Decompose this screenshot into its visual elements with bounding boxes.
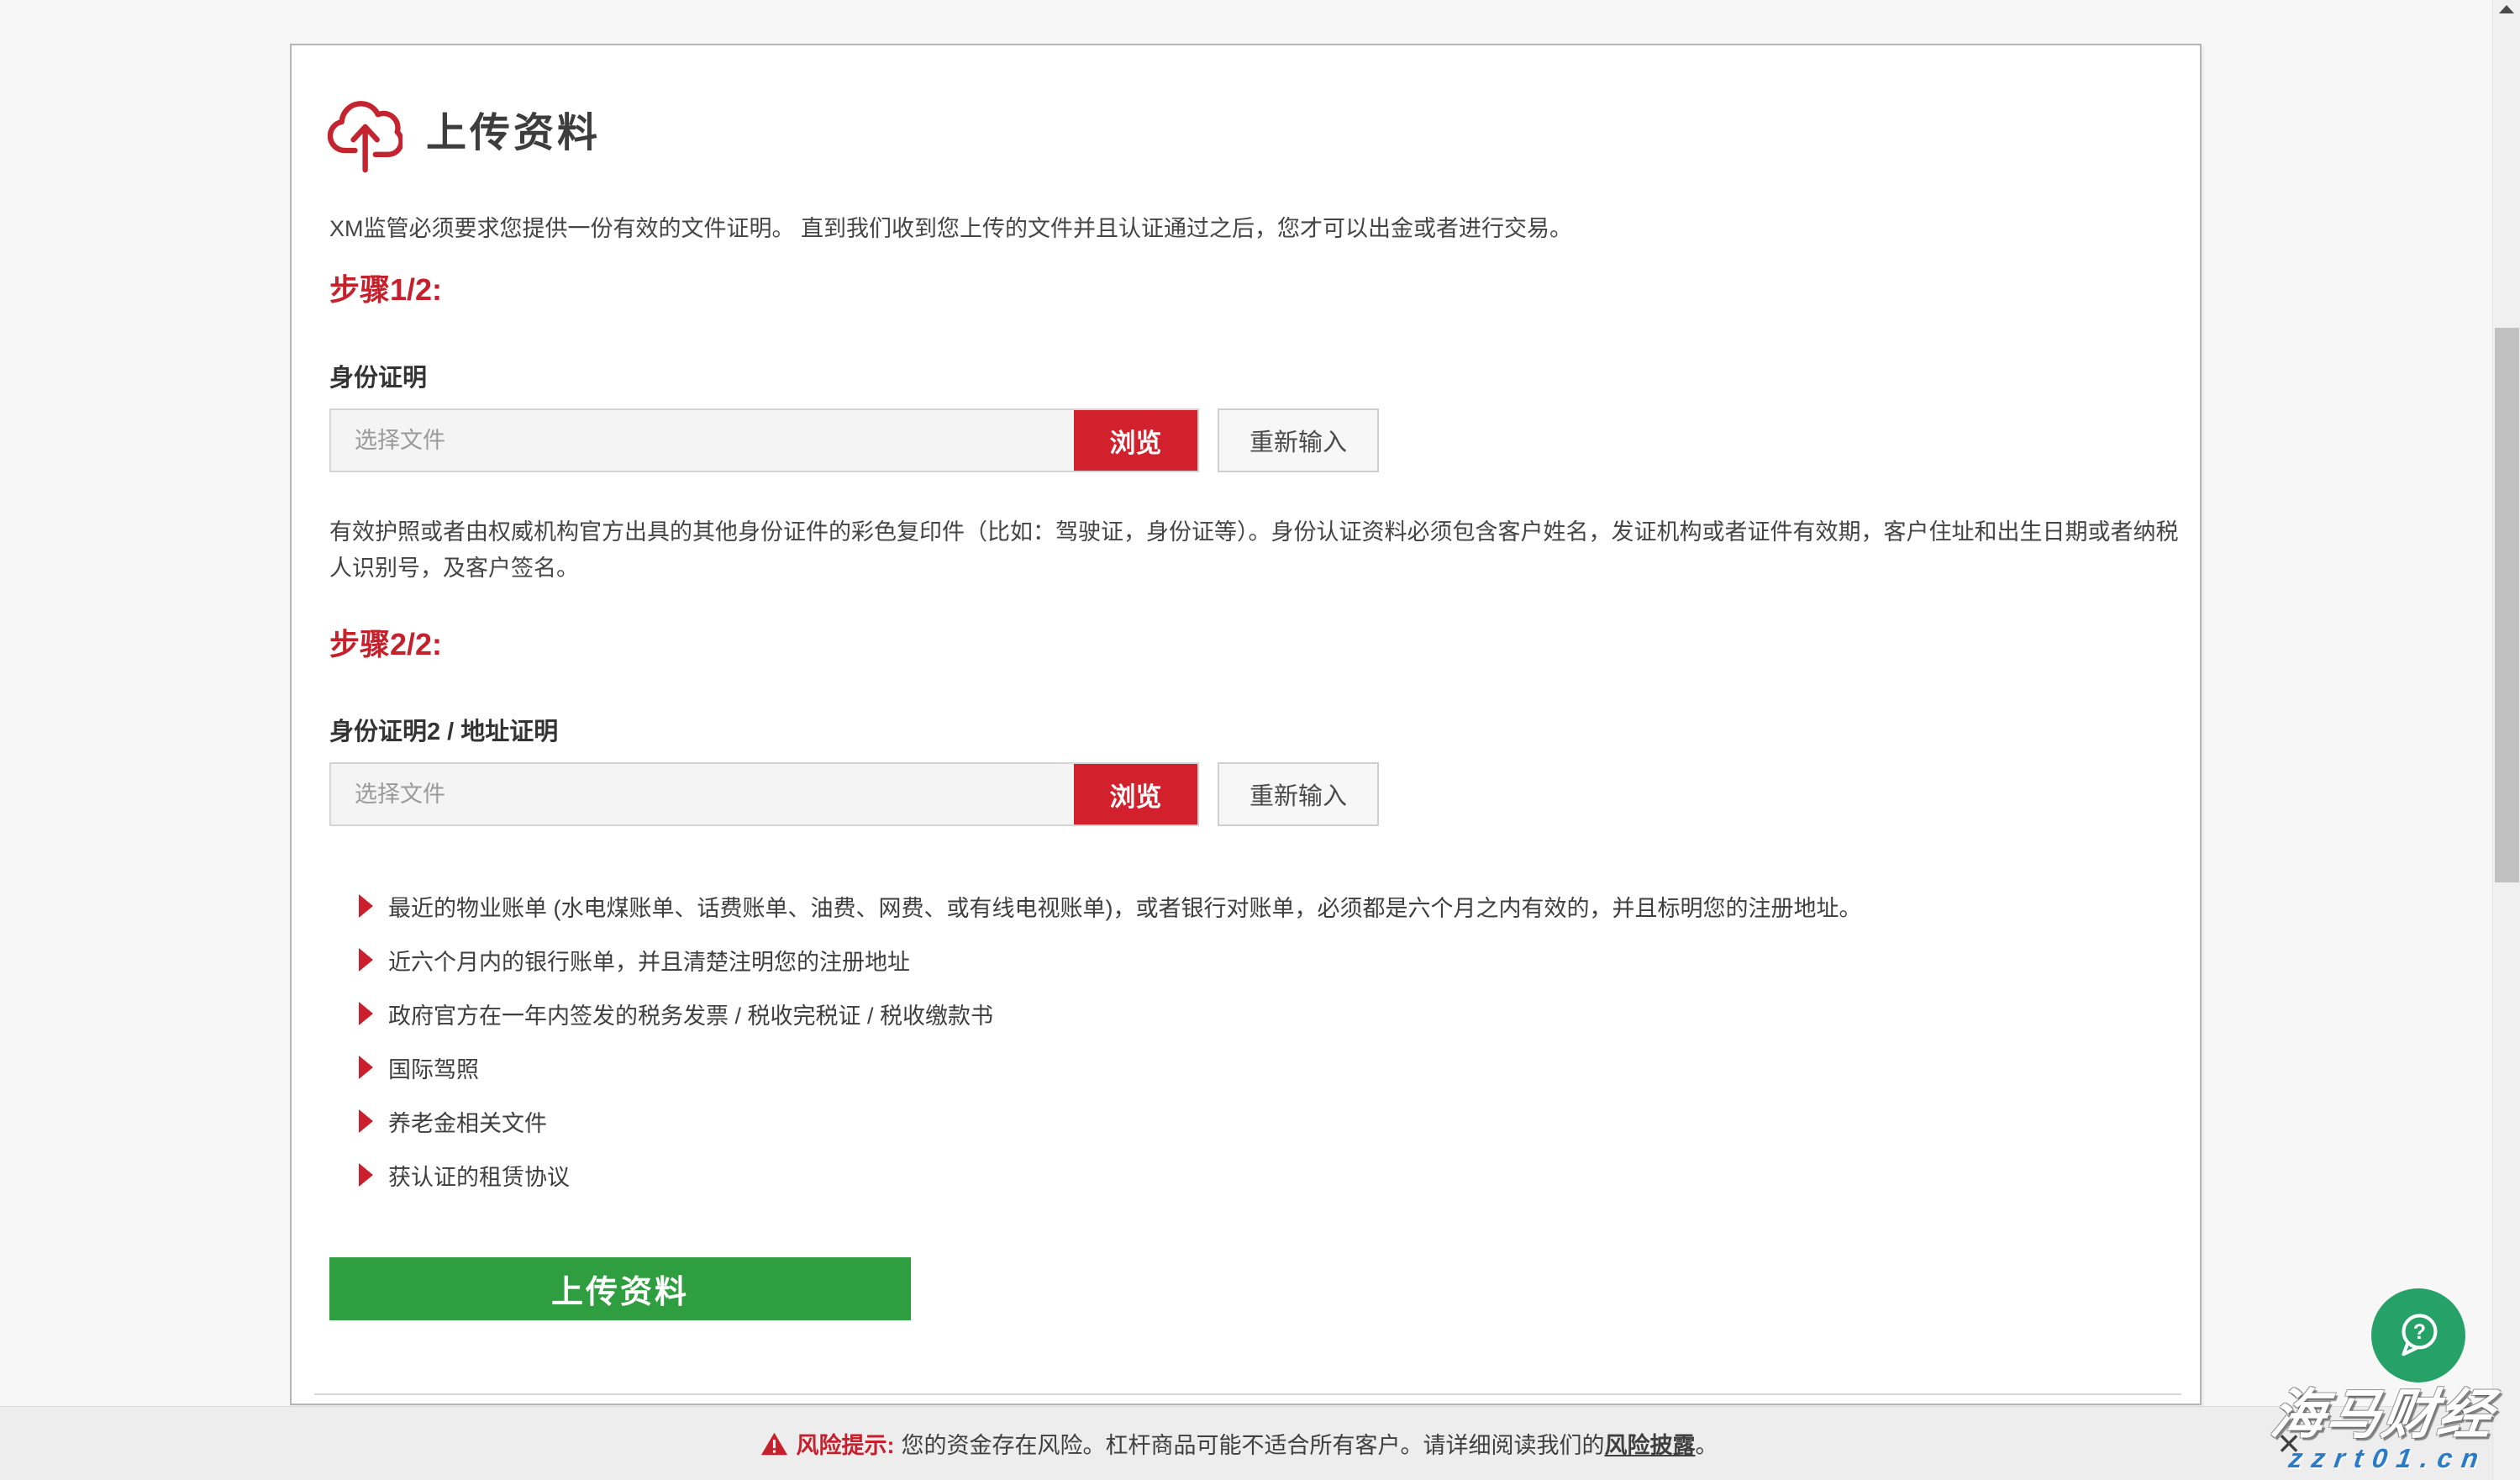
page: 上传资料 XM监管必须要求您提供一份有效的文件证明。 直到我们收到您上传的文件并… [0, 0, 2520, 1480]
accepted-documents-list: 最近的物业账单 (水电煤账单、话费账单、油费、网费、或有线电视账单)，或者银行对… [329, 879, 2186, 1202]
file-input-1[interactable] [331, 410, 1074, 471]
bullet-arrow-icon [359, 1056, 373, 1079]
address-proof-label: 身份证明2 / 地址证明 [329, 712, 558, 747]
identity-proof-label: 身份证明 [329, 358, 427, 393]
upload-documents-card: 上传资料 XM监管必须要求您提供一份有效的文件证明。 直到我们收到您上传的文件并… [290, 44, 2202, 1405]
bullet-arrow-icon [359, 1163, 373, 1187]
cloud-upload-icon [327, 89, 402, 173]
scrollbar[interactable] [2492, 0, 2520, 1480]
scroll-up-arrow-icon[interactable] [2499, 5, 2514, 13]
warning-triangle-icon [760, 1431, 788, 1456]
list-item-text: 国际驾照 [388, 1051, 479, 1084]
list-item-text: 养老金相关文件 [388, 1105, 547, 1138]
list-item-text: 近六个月内的银行账单，并且清楚注明您的注册地址 [388, 944, 910, 977]
list-item-text: 最近的物业账单 (水电煤账单、话费账单、油费、网费、或有线电视账单)，或者银行对… [388, 890, 1861, 923]
help-chat-button[interactable]: ? [2371, 1288, 2465, 1383]
list-item: 近六个月内的银行账单，并且清楚注明您的注册地址 [329, 933, 2186, 987]
identity-proof-description: 有效护照或者由权威机构官方出具的其他身份证件的彩色复印件（比如：驾驶证，身份证等… [329, 514, 2191, 587]
file-group-1: 浏览 [329, 408, 1199, 472]
list-item: 政府官方在一年内签发的税务发票 / 税收完税证 / 税收缴款书 [329, 987, 2186, 1040]
intro-text: XM监管必须要求您提供一份有效的文件证明。 直到我们收到您上传的文件并且认证通过… [329, 210, 2186, 243]
bullet-arrow-icon [359, 894, 373, 918]
file-input-2[interactable] [331, 764, 1074, 824]
close-icon[interactable]: × [2265, 1419, 2312, 1467]
card-divider [314, 1393, 2181, 1395]
bullet-arrow-icon [359, 948, 373, 972]
upload-submit-button[interactable]: 上传资料 [329, 1257, 911, 1320]
browse-button-1[interactable]: 浏览 [1074, 410, 1197, 471]
risk-warning-content: 风险提示: 您的资金存在风险。杠杆商品可能不适合所有客户。请详细阅读我们的 风险… [760, 1427, 1718, 1460]
step-1-heading: 步骤1/2: [329, 266, 442, 309]
scrollbar-thumb[interactable] [2495, 328, 2519, 882]
file-row-1: 浏览 重新输入 [329, 408, 1379, 472]
reset-button-1[interactable]: 重新输入 [1218, 408, 1379, 472]
risk-disclosure-link[interactable]: 风险披露 [1605, 1427, 1696, 1460]
list-item-text: 政府官方在一年内签发的税务发票 / 税收完税证 / 税收缴款书 [388, 998, 993, 1030]
step-2-heading: 步骤2/2: [329, 620, 442, 664]
risk-label: 风险提示: [797, 1427, 895, 1460]
list-item: 养老金相关文件 [329, 1094, 2186, 1148]
list-item: 获认证的租赁协议 [329, 1148, 2186, 1202]
page-title: 上传资料 [426, 99, 601, 158]
risk-warning-bar: 风险提示: 您的资金存在风险。杠杆商品可能不适合所有客户。请详细阅读我们的 风险… [0, 1406, 2520, 1480]
list-item: 国际驾照 [329, 1040, 2186, 1094]
bullet-arrow-icon [359, 1109, 373, 1133]
help-chat-icon: ? [2389, 1305, 2448, 1367]
file-group-2: 浏览 [329, 762, 1199, 826]
list-item: 最近的物业账单 (水电煤账单、话费账单、油费、网费、或有线电视账单)，或者银行对… [329, 879, 2186, 933]
svg-text:?: ? [2413, 1321, 2426, 1344]
browse-button-2[interactable]: 浏览 [1074, 764, 1197, 824]
reset-button-2[interactable]: 重新输入 [1218, 762, 1379, 826]
bullet-arrow-icon [359, 1002, 373, 1025]
file-row-2: 浏览 重新输入 [329, 762, 1379, 826]
risk-text: 您的资金存在风险。杠杆商品可能不适合所有客户。请详细阅读我们的 [902, 1427, 1605, 1460]
risk-text-suffix: 。 [1696, 1427, 1718, 1460]
list-item-text: 获认证的租赁协议 [388, 1159, 570, 1192]
